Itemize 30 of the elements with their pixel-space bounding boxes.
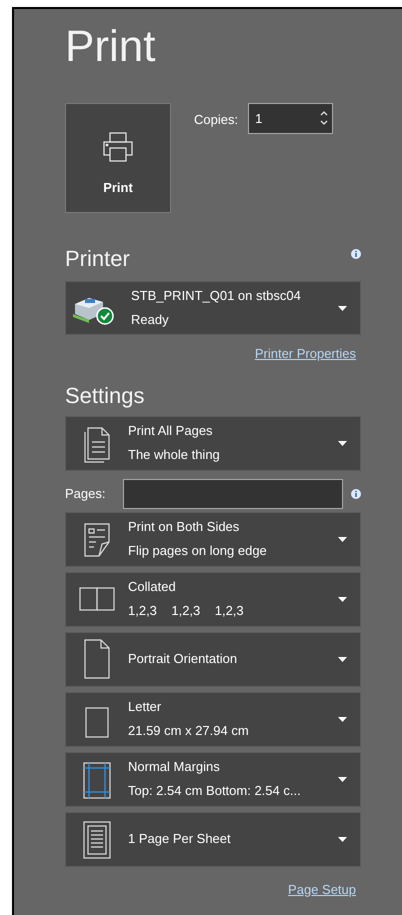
info-icon[interactable] (351, 488, 361, 498)
page-setup-link[interactable]: Page Setup (288, 880, 356, 899)
caret-icon (338, 306, 347, 310)
collation-dropdown[interactable]: Collated 1,2,3 1,2,3 1,2,3 (65, 572, 361, 626)
section-heading: Printer (65, 245, 130, 273)
duplex-dropdown[interactable]: Print on Both Sides Flip pages on long edge (65, 512, 361, 566)
caret-icon (338, 836, 347, 842)
caret-icon (338, 716, 347, 722)
pages-field[interactable] (123, 478, 343, 508)
pages-label: Pages: (65, 484, 106, 503)
caret-icon (338, 536, 347, 542)
spinner-icon[interactable] (320, 110, 328, 126)
caret-icon (338, 656, 347, 662)
info-icon[interactable] (351, 249, 361, 259)
printer-properties-link[interactable]: Printer Properties (254, 344, 356, 364)
pages-dropdown[interactable]: Print All Pages The whole thing (65, 416, 361, 470)
margins-dropdown[interactable]: Normal Margins Top: 2.54 cm Bottom: 2.54 c... (65, 752, 361, 806)
copies-field[interactable]: 1 (248, 103, 334, 134)
printer-dropdown[interactable]: STB_PRINT_Q01 on stbsc04 Ready (65, 281, 361, 335)
pages-per-sheet-dropdown[interactable]: 1 Page Per Sheet (65, 812, 361, 866)
paper-size-dropdown[interactable]: Letter 21.59 cm x 27.94 cm (65, 692, 361, 746)
caret-icon (338, 596, 347, 602)
print-button[interactable]: Print (65, 103, 171, 213)
page-title: Print (65, 21, 156, 73)
orientation-dropdown[interactable]: Portrait Orientation (65, 632, 361, 686)
copies-label: Copies: (194, 111, 238, 129)
caret-icon (338, 776, 347, 782)
caret-icon (338, 440, 347, 446)
section-heading: Settings (65, 382, 146, 410)
printer-icon (101, 130, 135, 164)
